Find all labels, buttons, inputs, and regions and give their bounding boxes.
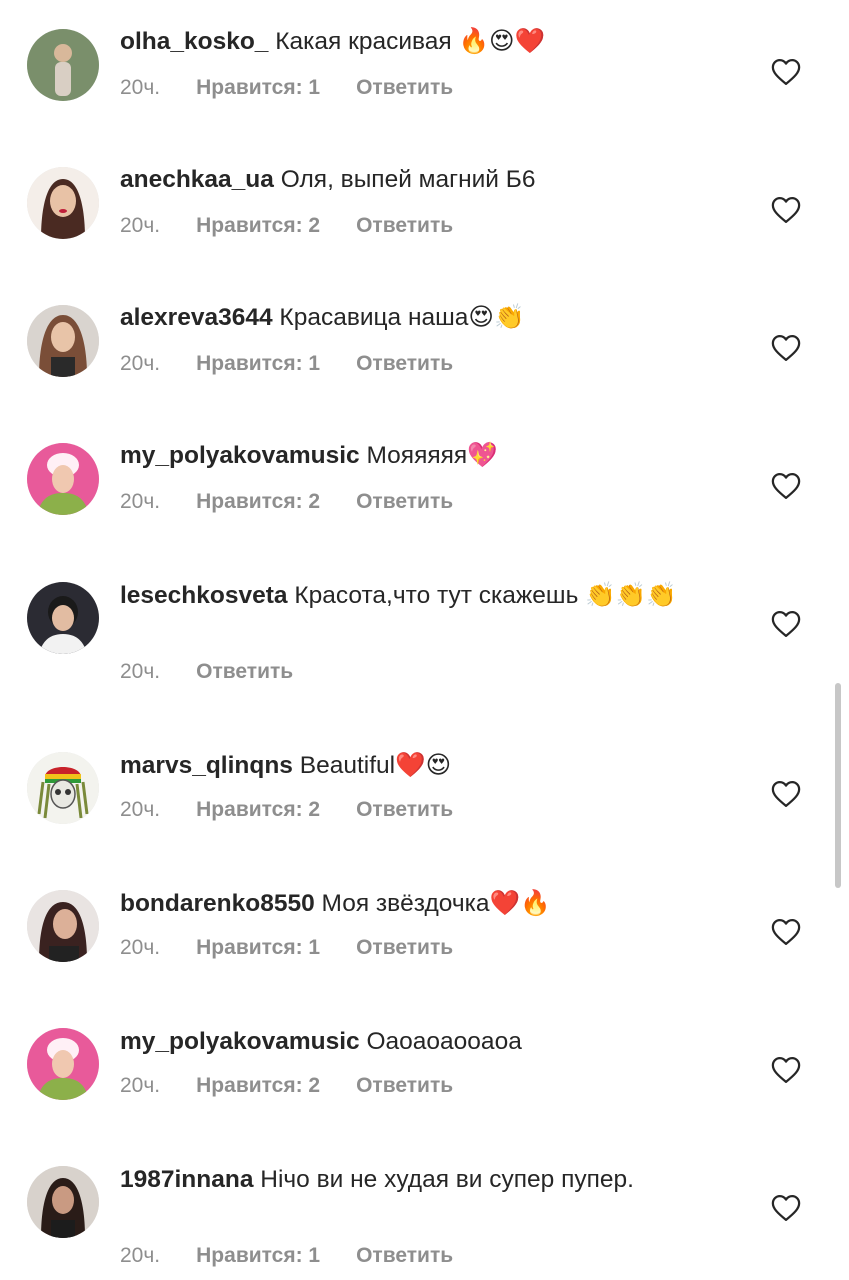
- comment-time: 20ч.: [120, 936, 161, 959]
- comment-username[interactable]: olha_kosko_: [120, 28, 268, 55]
- comment-username[interactable]: my_polyakovamusic: [120, 442, 360, 469]
- reply-button[interactable]: Ответить: [196, 660, 293, 683]
- comment-time: 20ч.: [120, 1074, 161, 1097]
- comment-likes[interactable]: Нравится: 2: [196, 214, 320, 237]
- comment-time: 20ч.: [120, 798, 161, 821]
- avatar[interactable]: [27, 1166, 99, 1238]
- avatar[interactable]: [27, 443, 99, 515]
- avatar[interactable]: [27, 582, 99, 654]
- comment-likes[interactable]: Нравится: 1: [196, 352, 320, 375]
- comment-likes[interactable]: Нравится: 2: [196, 1074, 320, 1097]
- comment-time: 20ч.: [120, 214, 161, 237]
- heart-outline-icon[interactable]: [771, 1056, 801, 1084]
- heart-outline-icon[interactable]: [771, 1194, 801, 1222]
- comment-text: Моя звёздочка❤️🔥: [321, 890, 551, 917]
- reply-button[interactable]: Ответить: [356, 1074, 453, 1097]
- heart-outline-icon[interactable]: [771, 780, 801, 808]
- comment-text: Нічо ви не худая ви супер пупер.: [260, 1166, 634, 1193]
- reply-button[interactable]: Ответить: [356, 1244, 453, 1267]
- reply-button[interactable]: Ответить: [356, 214, 453, 237]
- comment-text: Мояяяяя💖: [366, 442, 498, 469]
- comment-text: Красота,что тут скажешь 👏👏👏: [294, 582, 677, 609]
- heart-outline-icon[interactable]: [771, 58, 801, 86]
- avatar[interactable]: [27, 305, 99, 377]
- avatar[interactable]: [27, 752, 99, 824]
- comment-time: 20ч.: [120, 660, 161, 683]
- reply-button[interactable]: Ответить: [356, 76, 453, 99]
- heart-outline-icon[interactable]: [771, 334, 801, 362]
- comment-text: Оаоаоаооаоа: [366, 1028, 522, 1055]
- heart-outline-icon[interactable]: [771, 918, 801, 946]
- heart-outline-icon[interactable]: [771, 196, 801, 224]
- comment-username[interactable]: anechkaa_ua: [120, 166, 274, 193]
- heart-outline-icon[interactable]: [771, 472, 801, 500]
- comment-time: 20ч.: [120, 490, 161, 513]
- avatar[interactable]: [27, 890, 99, 962]
- comment-likes[interactable]: Нравится: 1: [196, 936, 320, 959]
- heart-outline-icon[interactable]: [771, 610, 801, 638]
- reply-button[interactable]: Ответить: [356, 490, 453, 513]
- comment-username[interactable]: alexreva3644: [120, 304, 273, 331]
- comment-time: 20ч.: [120, 352, 161, 375]
- comment-time: 20ч.: [120, 1244, 161, 1267]
- comment-username[interactable]: bondarenko8550: [120, 890, 315, 917]
- comment-time: 20ч.: [120, 76, 161, 99]
- comment-username[interactable]: marvs_qlinqns: [120, 752, 293, 779]
- reply-button[interactable]: Ответить: [356, 936, 453, 959]
- comment-likes[interactable]: Нравится: 2: [196, 798, 320, 821]
- avatar[interactable]: [27, 167, 99, 239]
- reply-button[interactable]: Ответить: [356, 798, 453, 821]
- comment-text: Какая красивая 🔥😍❤️: [275, 28, 546, 55]
- comment-likes[interactable]: Нравится: 1: [196, 76, 320, 99]
- comment-likes[interactable]: Нравится: 1: [196, 1244, 320, 1267]
- comment-text: Beautiful❤️😍: [299, 752, 452, 779]
- comment-username[interactable]: 1987innana: [120, 1166, 253, 1193]
- reply-button[interactable]: Ответить: [356, 352, 453, 375]
- comment-text: Красавица наша😍👏: [279, 304, 525, 331]
- avatar[interactable]: [27, 29, 99, 101]
- comment-username[interactable]: lesechkosveta: [120, 582, 288, 609]
- comment-text: Оля, выпей магний Б6: [280, 166, 536, 193]
- comment-likes[interactable]: Нравится: 2: [196, 490, 320, 513]
- scrollbar[interactable]: [835, 683, 841, 888]
- avatar[interactable]: [27, 1028, 99, 1100]
- comment-username[interactable]: my_polyakovamusic: [120, 1028, 360, 1055]
